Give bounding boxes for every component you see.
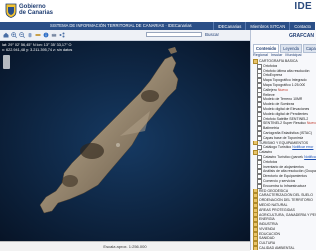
nav-links: IDECanarias Miembros SITCAN Contacto (212, 22, 315, 30)
new-badge: Nuevo (306, 121, 316, 126)
brand-name[interactable]: Gobierno de Canarias (19, 4, 53, 16)
nav-link-idecanarias[interactable]: IDECanarias (212, 22, 246, 30)
info-icon[interactable] (43, 32, 49, 38)
nav-title: SISTEMA DE INFORMACIÓN TERRITORIAL DE CA… (50, 23, 192, 28)
print-icon[interactable] (51, 32, 57, 38)
government-crest-icon (5, 3, 17, 18)
folder-icon (253, 246, 258, 250)
layer-tree: CARTOGRAFÍA BÁSICA Ortofotos Ortofoto últi… (253, 59, 316, 250)
header: Gobierno de Canarias IDE (0, 0, 315, 22)
coordinates-readout: lat: 29° 02' 56,45" N lon: 13° 35' 33,17… (2, 43, 72, 52)
search-button[interactable]: Buscar (205, 32, 219, 37)
panel-tabs: Contenido Leyenda Capas (253, 44, 316, 53)
map-viewer[interactable]: lat: 29° 02' 56,45" N lon: 13° 35' 33,17… (0, 41, 250, 241)
new-badge: Nuevo (277, 87, 288, 92)
home-icon[interactable] (3, 32, 9, 38)
ide-logo[interactable]: IDE (294, 1, 312, 12)
subtab-regional[interactable]: Regional (253, 53, 268, 57)
layer-group[interactable]: CALIDAD AMBIENTAL (253, 246, 316, 250)
zoom-control[interactable] (3, 55, 10, 69)
brand-line-2: de Canarias (19, 10, 54, 16)
zoom-in-icon[interactable] (11, 32, 17, 38)
search-input[interactable] (146, 32, 202, 37)
coords-line-1: lat: 29° 02' 56,45" N lon: 13° 35' 33,17… (2, 43, 72, 47)
grafcan-logo: GRAFCAN (289, 33, 314, 39)
satellite-island-image (0, 41, 250, 241)
subtab-municipal[interactable]: Municipal (285, 53, 301, 57)
layer-label: CALIDAD AMBIENTAL (259, 246, 295, 250)
pan-hand-icon[interactable] (27, 32, 33, 38)
zoom-out-icon[interactable] (19, 32, 25, 38)
tab-capas[interactable]: Capas (302, 44, 316, 53)
tab-contenido[interactable]: Contenido (253, 44, 280, 53)
report-error-link[interactable]: Notificar (304, 155, 316, 160)
coords-line-2: x: 622.941,48 y: 3.211.395,74 z: sin dat… (2, 47, 73, 52)
layers-panel: GRAFCAN Contenido Leyenda Capas Regional… (250, 30, 316, 250)
report-error-link[interactable]: Notificar error (292, 145, 313, 150)
panel-subtabs: Regional Insular Municipal (253, 53, 316, 57)
subtab-insular[interactable]: Insular (271, 53, 282, 57)
top-navbar: SISTEMA DE INFORMACIÓN TERRITORIAL DE CA… (0, 22, 315, 30)
tab-leyenda[interactable]: Leyenda (280, 44, 302, 53)
share-link-icon[interactable] (59, 32, 65, 38)
nav-link-miembros[interactable]: Miembros SITCAN (245, 22, 289, 30)
map-toolbar: Buscar (0, 30, 250, 41)
measure-ruler-icon[interactable] (35, 32, 41, 38)
nav-link-contacto[interactable]: Contacto (289, 22, 315, 30)
